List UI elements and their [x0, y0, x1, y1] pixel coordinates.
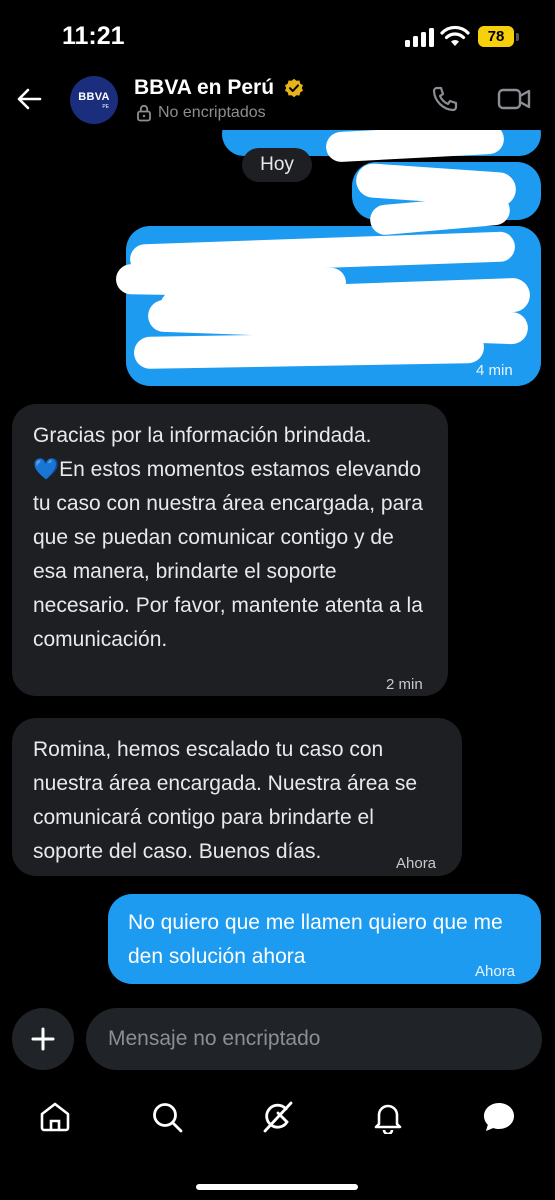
home-indicator	[196, 1184, 358, 1190]
add-attachment-button[interactable]	[12, 1008, 74, 1070]
status-bar: 11:21 78	[0, 0, 555, 70]
message-time: 4 min	[476, 362, 513, 379]
avatar-logo-sub: PE	[102, 103, 109, 110]
message-bubble-outgoing[interactable]: No quiero que me llamen quiero que me de…	[108, 894, 541, 984]
notifications-icon[interactable]	[371, 1100, 405, 1134]
cellular-signal-icon	[405, 27, 435, 47]
lock-icon	[137, 104, 151, 122]
avatar[interactable]: BBVA PE	[70, 76, 118, 124]
bottom-navigation	[0, 1082, 555, 1200]
avatar-logo-text: BBVA	[78, 90, 110, 103]
message-input[interactable]	[108, 1008, 518, 1070]
wifi-icon	[440, 25, 470, 46]
plus-icon	[31, 1027, 55, 1051]
message-text: Romina, hemos escalado tu caso con nuest…	[33, 738, 418, 863]
home-icon[interactable]	[38, 1100, 72, 1134]
message-bubble-incoming[interactable]: Romina, hemos escalado tu caso con nuest…	[12, 718, 462, 876]
conversation-header: BBVA PE BBVA en Perú No encriptados	[0, 70, 555, 130]
message-bubble-incoming[interactable]: Gracias por la información brindada. 💙En…	[12, 404, 448, 696]
message-time: Ahora	[396, 855, 437, 872]
battery-indicator: 78	[478, 26, 514, 47]
phone-icon[interactable]	[430, 84, 460, 114]
search-icon[interactable]	[150, 1100, 184, 1134]
message-time: Ahora	[475, 963, 516, 980]
grok-icon[interactable]	[260, 1100, 294, 1134]
message-composer[interactable]	[86, 1008, 542, 1070]
verified-badge-icon	[285, 78, 303, 98]
status-time: 11:21	[62, 22, 125, 50]
battery-tip	[516, 33, 519, 41]
video-call-icon[interactable]	[497, 86, 531, 112]
day-separator: Hoy	[242, 148, 312, 182]
message-time: 2 min	[386, 676, 423, 693]
conversation-title[interactable]: BBVA en Perú	[134, 76, 274, 100]
encryption-status: No encriptados	[136, 104, 266, 122]
message-text: No quiero que me llamen quiero que me de…	[128, 911, 503, 968]
message-text: Gracias por la información brindada. 💙En…	[33, 424, 423, 651]
messages-icon[interactable]	[482, 1100, 516, 1134]
back-arrow-icon[interactable]	[14, 84, 44, 114]
encryption-status-text: No encriptados	[158, 104, 266, 121]
